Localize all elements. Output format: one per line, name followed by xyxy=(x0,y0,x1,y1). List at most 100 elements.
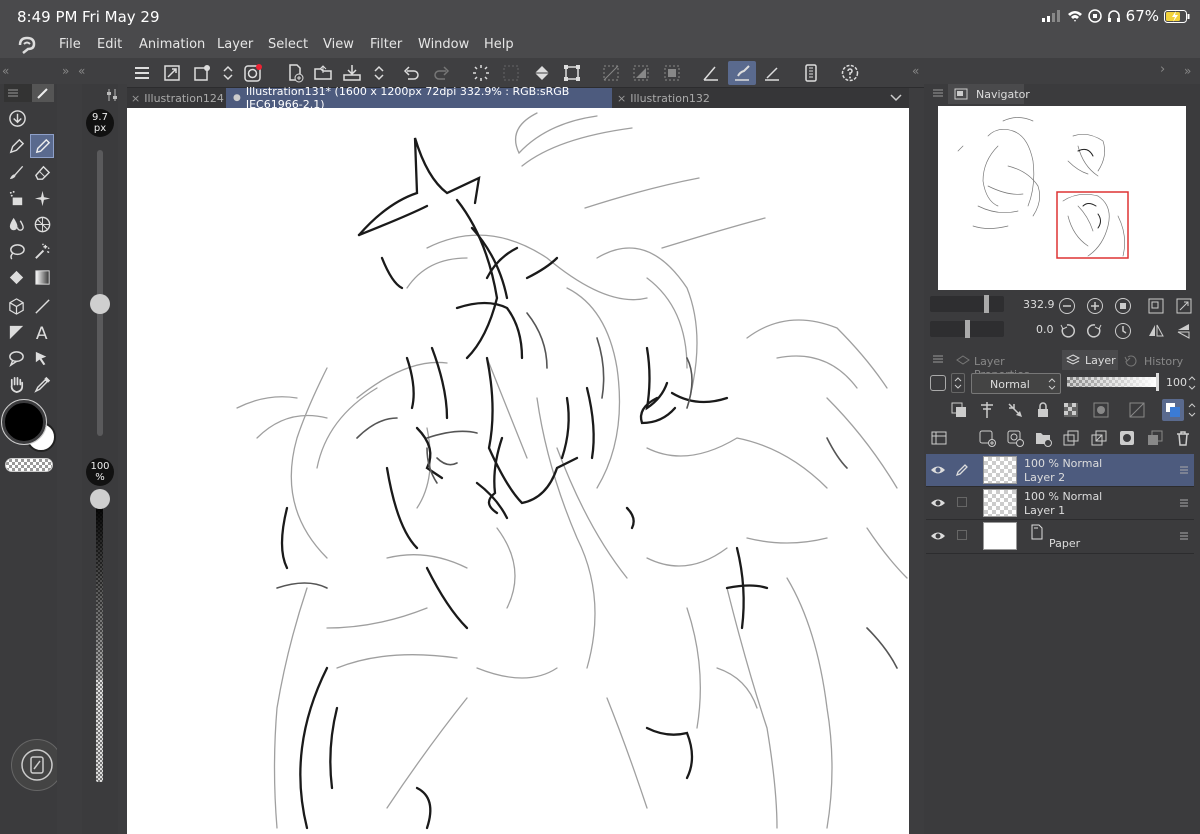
eye-visibility-icon[interactable] xyxy=(930,529,946,543)
pen-tool-icon[interactable] xyxy=(4,134,28,158)
pen-tool-tab[interactable] xyxy=(32,84,54,102)
hand-tool-icon[interactable] xyxy=(4,372,28,396)
trash-icon[interactable] xyxy=(1174,429,1192,447)
object-select-icon[interactable] xyxy=(30,346,54,370)
transfer-to-lower-layer-icon[interactable] xyxy=(1062,429,1080,447)
chevron-updown-icon[interactable] xyxy=(951,373,965,393)
chevron-updown-icon[interactable] xyxy=(1186,372,1198,394)
redo-icon[interactable] xyxy=(430,61,454,85)
line-tool-icon[interactable] xyxy=(30,294,54,318)
opacity-slider-thumb[interactable] xyxy=(90,489,110,509)
blend-tool-icon[interactable] xyxy=(4,212,28,236)
clip-studio-logo-icon[interactable] xyxy=(17,36,37,54)
menu-edit[interactable]: Edit xyxy=(97,37,122,52)
tab-layer-properties[interactable]: Layer Properties xyxy=(950,352,1060,381)
layer-color-checkbox[interactable] xyxy=(930,375,946,391)
slider-settings-icon[interactable] xyxy=(105,88,119,102)
balloon-tool-icon[interactable] xyxy=(4,346,28,370)
tab-illustration131[interactable]: ● Illustration131* (1600 x 1200px 72dpi … xyxy=(226,85,612,111)
deselect-icon[interactable] xyxy=(599,61,623,85)
edit-target-pencil-icon[interactable] xyxy=(954,462,970,478)
text-tool-icon[interactable]: A xyxy=(30,320,54,344)
canvas-settings-icon[interactable] xyxy=(190,61,214,85)
fill-bucket-icon[interactable] xyxy=(4,265,28,289)
record-timelapse-icon[interactable] xyxy=(241,61,265,85)
tab-navigator[interactable]: Navigator xyxy=(948,84,1030,104)
eyedropper-icon[interactable] xyxy=(30,372,54,396)
hamburger-menu-icon[interactable] xyxy=(130,61,154,85)
frame-border-icon[interactable] xyxy=(4,320,28,344)
menu-animation[interactable]: Animation xyxy=(139,37,205,52)
layer-row-layer-1[interactable]: 100 % Normal Layer 1 xyxy=(926,487,1194,520)
select-all-icon[interactable] xyxy=(660,61,684,85)
layer-row-paper[interactable]: Paper xyxy=(926,520,1194,553)
reset-rotation-icon[interactable] xyxy=(1114,322,1132,340)
menu-icon[interactable] xyxy=(7,87,19,99)
tab-history[interactable]: History xyxy=(1120,352,1186,370)
fit-page-icon[interactable] xyxy=(1147,297,1165,315)
blend-mode-select[interactable]: Normal xyxy=(971,373,1061,394)
eye-visibility-icon[interactable] xyxy=(930,463,946,477)
ruler-snap-icon[interactable] xyxy=(699,61,723,85)
rotate-left-icon[interactable] xyxy=(1058,322,1076,340)
brush-tool-icon[interactable] xyxy=(4,160,28,184)
enable-mask-icon[interactable] xyxy=(1092,401,1110,419)
apply-mask-icon[interactable] xyxy=(1146,429,1164,447)
new-file-icon[interactable] xyxy=(283,61,307,85)
collapse-right-icon[interactable]: « xyxy=(912,64,919,78)
collapse-left-icon[interactable]: « xyxy=(2,64,9,78)
tab-illustration124[interactable]: × Illustration124 xyxy=(127,88,225,108)
magic-wand-icon[interactable] xyxy=(30,239,54,263)
main-color-swatch[interactable] xyxy=(1,399,47,445)
chevron-updown-icon[interactable] xyxy=(367,61,391,85)
draft-layer-icon[interactable] xyxy=(1006,401,1024,419)
reference-layer-icon[interactable] xyxy=(978,401,996,419)
snap-to-special-ruler-icon[interactable] xyxy=(728,61,756,85)
gradient-icon[interactable] xyxy=(30,265,54,289)
layer-row-layer-2[interactable]: 100 % Normal Layer 2 xyxy=(926,454,1194,487)
brush-size-slider-thumb[interactable] xyxy=(90,294,110,314)
transparent-color-swatch[interactable] xyxy=(5,458,53,472)
new-folder-icon[interactable] xyxy=(1034,429,1052,447)
help-icon[interactable] xyxy=(838,61,862,85)
close-icon[interactable]: × xyxy=(617,92,626,105)
open-folder-icon[interactable] xyxy=(311,61,335,85)
flip-vertical-icon[interactable] xyxy=(1175,322,1193,340)
drag-handle-icon[interactable] xyxy=(1178,464,1190,476)
chevron-right-icon[interactable]: › xyxy=(1160,62,1165,77)
chevron-updown-icon[interactable] xyxy=(1186,400,1198,420)
navigator-preview[interactable] xyxy=(938,106,1186,290)
clip-to-layer-below-icon[interactable] xyxy=(950,401,968,419)
tab-layer[interactable]: Layer xyxy=(1062,350,1118,370)
invert-selection-icon[interactable] xyxy=(629,61,653,85)
rotate-slider-thumb[interactable] xyxy=(965,320,970,338)
download-icon[interactable] xyxy=(5,106,29,130)
tab-illustration132[interactable]: × Illustration132 xyxy=(613,88,723,108)
edit-target-checkbox[interactable] xyxy=(957,497,967,507)
layer-palette-menu-icon[interactable] xyxy=(930,429,948,447)
chevron-down-icon[interactable] xyxy=(889,93,903,103)
menu-layer[interactable]: Layer xyxy=(217,37,253,52)
clear-layer-icon[interactable] xyxy=(499,61,523,85)
layer-opacity-slider[interactable] xyxy=(1067,377,1157,387)
drawing-canvas[interactable] xyxy=(127,108,909,834)
eraser-icon[interactable] xyxy=(30,160,54,184)
save-icon[interactable] xyxy=(340,61,364,85)
new-vector-layer-icon[interactable] xyxy=(1006,429,1024,447)
menu-view[interactable]: View xyxy=(323,37,354,52)
menu-icon[interactable] xyxy=(932,353,944,365)
zoom-slider-track[interactable] xyxy=(930,295,1004,313)
create-mask-icon[interactable] xyxy=(1118,429,1136,447)
expand-right-icon[interactable]: » xyxy=(1184,64,1191,78)
canvas-size-icon[interactable] xyxy=(160,61,184,85)
sparkle-decoration-icon[interactable] xyxy=(30,186,54,210)
zoom-in-icon[interactable] xyxy=(1086,297,1104,315)
close-icon[interactable]: × xyxy=(131,92,140,105)
edit-target-checkbox[interactable] xyxy=(957,530,967,540)
menu-file[interactable]: File xyxy=(59,37,81,52)
menu-select[interactable]: Select xyxy=(268,37,308,52)
new-raster-layer-icon[interactable] xyxy=(978,429,996,447)
edge-keyboard-icon[interactable] xyxy=(799,61,823,85)
zoom-out-icon[interactable] xyxy=(1058,297,1076,315)
actual-size-icon[interactable] xyxy=(1114,297,1132,315)
